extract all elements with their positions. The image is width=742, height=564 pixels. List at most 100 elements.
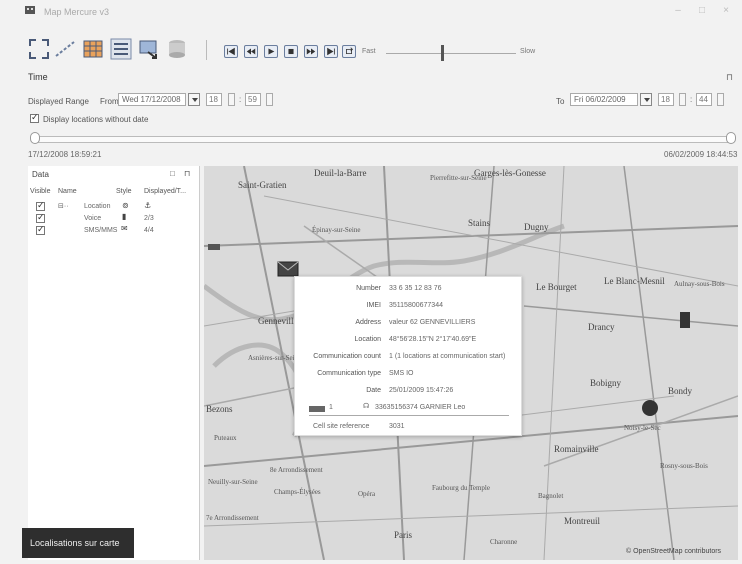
speed-slider-thumb[interactable]	[441, 45, 444, 61]
table-view-icon[interactable]	[82, 38, 104, 60]
app-logo-icon	[25, 6, 35, 14]
popup-value: 25/01/2009 15:47:26	[389, 387, 454, 394]
data-panel-title: Data	[32, 170, 49, 179]
map-label: Montreuil	[564, 516, 600, 526]
time-range-slider[interactable]	[32, 136, 734, 143]
maximize-icon[interactable]: □	[696, 5, 708, 17]
popup-value: SMS IO	[389, 370, 414, 377]
envelope-icon: ✉	[121, 224, 128, 233]
display-without-date-checkbox[interactable]	[30, 112, 39, 123]
layers-icon: ⊚	[122, 201, 129, 210]
popup-label: Date	[366, 387, 381, 394]
measure-icon[interactable]	[54, 38, 76, 60]
play-icon[interactable]	[264, 45, 278, 58]
row-visible-checkbox[interactable]	[36, 212, 45, 223]
to-minute-input[interactable]: 44	[696, 93, 712, 106]
time-separator: :	[690, 95, 693, 104]
range-end-handle[interactable]	[726, 132, 736, 144]
popup-label: IMEI	[366, 302, 381, 309]
map-label: 8e Arrondissement	[270, 466, 323, 474]
map-label: Le Blanc-Mesnil	[604, 276, 665, 286]
anchor-icon: ⚓	[144, 201, 152, 210]
map-label: Romainville	[554, 444, 599, 454]
speed-fast-label: Fast	[362, 48, 376, 55]
phone-icon: ▮	[122, 212, 127, 221]
map-label: Faubourg du Temple	[432, 484, 490, 492]
pin-icon[interactable]: ⊓	[184, 169, 190, 178]
tooltip-overlay: Localisations sur carte	[22, 528, 134, 558]
map-label: Stains	[468, 218, 491, 228]
map-attribution: © OpenStreetMap contributors	[626, 548, 722, 555]
pin-icon[interactable]: ⊓	[726, 72, 733, 83]
map-label: Bagnolet	[538, 492, 564, 500]
popup-label: Number	[356, 285, 381, 292]
map-label: Bezons	[206, 404, 233, 414]
row-visible-checkbox[interactable]	[36, 224, 45, 235]
range-end-date: 06/02/2009 18:44:53	[664, 150, 738, 159]
fast-forward-icon[interactable]	[304, 45, 318, 58]
column-name[interactable]: Name	[58, 188, 77, 195]
popup-value: 48°56'28.15"N 2°17'40.69"E	[389, 336, 477, 343]
contact-icon: ☊	[363, 403, 370, 410]
window-title: Map Mercure v3	[44, 7, 110, 17]
title-bar: Map Mercure v3	[0, 0, 742, 22]
first-frame-icon[interactable]	[224, 45, 238, 58]
popup-label: Location	[354, 336, 381, 343]
from-hour-spinner[interactable]	[228, 93, 235, 106]
to-calendar-dropdown[interactable]	[640, 93, 652, 106]
stop-icon[interactable]	[284, 45, 298, 58]
popup-color-swatch	[309, 406, 325, 412]
map-label: Aulnay-sous-Bois	[674, 280, 725, 288]
map-label: Puteaux	[214, 434, 237, 442]
popup-sub-index: 1	[329, 404, 333, 411]
export-image-icon[interactable]	[138, 38, 160, 60]
column-style[interactable]: Style	[116, 188, 132, 195]
map-label: 7e Arrondissement	[206, 514, 259, 522]
speed-slider-track[interactable]	[386, 53, 516, 54]
map-label: Neuilly-sur-Seine	[208, 478, 258, 486]
list-view-icon[interactable]	[110, 38, 132, 60]
column-displayed[interactable]: Displayed/T...	[144, 188, 186, 195]
map-label: Noisy-le-Sec	[624, 424, 661, 432]
popup-value: valeur 62 GENNEVILLIERS	[389, 319, 476, 326]
loop-icon[interactable]	[342, 45, 356, 58]
popup-cell-ref-value: 3031	[389, 423, 405, 430]
displayed-range-label: Displayed Range	[28, 97, 89, 106]
time-separator: :	[239, 95, 242, 104]
map-label: Dugny	[524, 222, 549, 232]
row-name: SMS/MMS	[84, 227, 118, 234]
row-count: 4/4	[144, 227, 154, 234]
last-frame-icon[interactable]	[324, 45, 338, 58]
from-hour-input[interactable]: 18	[206, 93, 222, 106]
toolbar: Fast Slow	[0, 22, 742, 66]
minimize-icon[interactable]: –	[672, 5, 684, 17]
to-hour-input[interactable]: 18	[658, 93, 674, 106]
popup-cell-ref-label: Cell site reference	[313, 423, 370, 430]
popup-label: Address	[355, 319, 381, 326]
float-icon[interactable]: □	[170, 169, 175, 178]
map-label: Le Bourget	[536, 282, 577, 292]
map-label: Bobigny	[590, 378, 622, 388]
map-label: Drancy	[588, 322, 615, 332]
map-label: Deuil-la-Barre	[314, 168, 367, 178]
from-minute-input[interactable]: 59	[245, 93, 261, 106]
from-date-input[interactable]: Wed 17/12/2008	[118, 93, 186, 106]
to-minute-spinner[interactable]	[717, 93, 724, 106]
from-calendar-dropdown[interactable]	[188, 93, 200, 106]
to-hour-spinner[interactable]	[679, 93, 686, 106]
to-date-input[interactable]: Fri 06/02/2009	[570, 93, 638, 106]
from-minute-spinner[interactable]	[266, 93, 273, 106]
range-start-date: 17/12/2008 18:59:21	[28, 150, 102, 159]
map-label: Rosny-sous-Bois	[660, 462, 708, 470]
map-label: Charonne	[490, 538, 518, 546]
rewind-icon[interactable]	[244, 45, 258, 58]
map-label: Paris	[394, 530, 412, 540]
row-visible-checkbox[interactable]	[36, 200, 45, 211]
database-icon[interactable]	[166, 38, 188, 60]
tree-expander[interactable]: ⊟··	[58, 202, 69, 210]
range-start-handle[interactable]	[30, 132, 40, 144]
display-without-date-label: Display locations without date	[43, 115, 149, 124]
column-visible[interactable]: Visible	[30, 188, 51, 195]
close-icon[interactable]: ×	[720, 5, 732, 17]
fit-extent-icon[interactable]	[28, 38, 50, 60]
